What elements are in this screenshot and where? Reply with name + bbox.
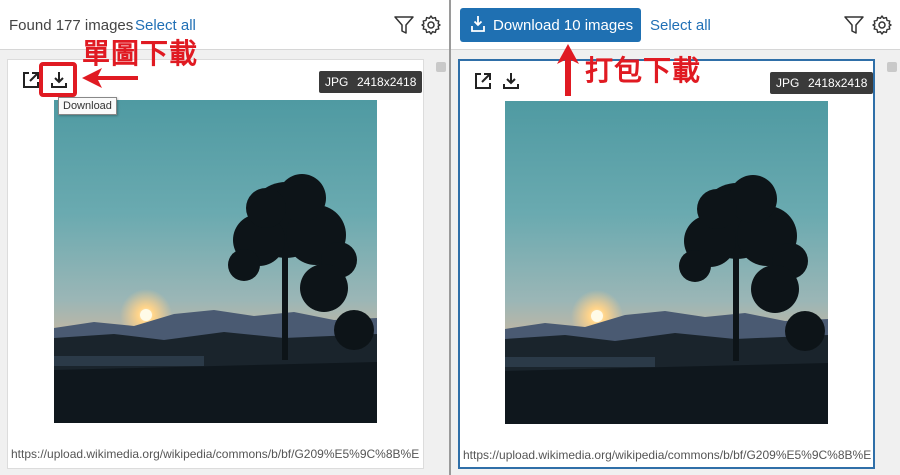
download-icon [471,16,485,32]
format-badge: JPG [770,72,806,94]
filter-icon[interactable] [843,14,865,36]
right-toolbar: Download 10 images Select all [451,0,900,50]
download-all-label: Download 10 images [493,17,634,34]
gear-icon[interactable] [871,14,893,36]
select-all-link[interactable]: Select all [650,17,711,34]
image-thumbnail[interactable] [505,101,828,424]
download-icon[interactable] [501,71,521,91]
image-card[interactable]: JPG 2418x2418 https://upload.wikimedia.o… [7,59,424,469]
dimensions-badge: 2418x2418 [802,72,874,94]
scrollbar[interactable] [884,50,900,475]
left-toolbar: Found 177 images Select all [0,0,449,50]
dimensions-badge: 2418x2418 [351,71,423,93]
scrollbar-thumb[interactable] [436,62,446,72]
download-all-button[interactable]: Download 10 images [460,8,641,42]
annotation-highlight-box [39,62,77,97]
right-panel: Download 10 images Select all JPG 2418x2… [451,0,900,475]
scrollbar[interactable] [433,50,449,475]
gear-icon[interactable] [420,14,442,36]
format-badge: JPG [319,71,355,93]
image-url[interactable]: https://upload.wikimedia.org/wikipedia/c… [11,447,421,461]
image-thumbnail[interactable] [54,100,377,423]
annotation-arrow-up [557,44,579,96]
scrollbar-thumb[interactable] [887,62,897,72]
open-external-icon[interactable] [21,70,41,90]
image-url[interactable]: https://upload.wikimedia.org/wikipedia/c… [463,448,873,462]
image-card-selected[interactable]: JPG 2418x2418 https://upload.wikimedia.o… [458,59,875,469]
download-tooltip: Download [58,97,117,115]
batch-download-annotation: 打包下載 [585,54,702,87]
filter-icon[interactable] [393,14,415,36]
single-download-annotation: 單圖下載 [82,37,199,70]
open-external-icon[interactable] [473,71,493,91]
left-panel: Found 177 images Select all JPG 2418x241… [0,0,449,475]
